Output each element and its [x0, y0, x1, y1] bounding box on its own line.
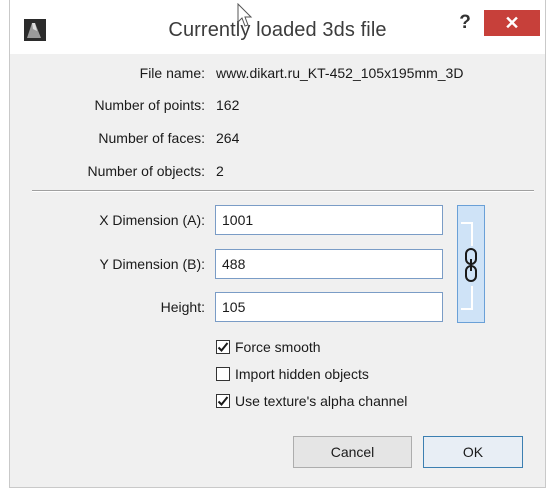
height-label: Height: [160, 299, 205, 315]
points-value: 162 [216, 97, 240, 113]
bracket-bottom [461, 286, 473, 310]
mouse-cursor-icon [237, 2, 255, 32]
points-label: Number of points: [94, 97, 206, 113]
height-input[interactable]: 105 [215, 292, 443, 322]
alpha-channel-label: Use texture's alpha channel [235, 393, 408, 409]
close-icon: ✕ [504, 13, 520, 33]
link-dimensions-button[interactable] [457, 205, 485, 323]
import-hidden-checkbox[interactable]: Import hidden objects [216, 366, 369, 384]
objects-label: Number of objects: [87, 163, 206, 179]
force-smooth-label: Force smooth [235, 339, 321, 355]
checkbox-box[interactable] [216, 394, 230, 409]
close-button[interactable]: ✕ [484, 10, 540, 36]
file-name-label: File name: [139, 65, 205, 81]
cancel-button[interactable]: Cancel [293, 436, 412, 468]
dialog-window: Currently loaded 3ds file ? ✕ File name:… [9, 0, 546, 488]
y-dimension-label: Y Dimension (B): [99, 256, 205, 272]
help-button[interactable]: ? [450, 10, 480, 36]
bracket-top [461, 222, 473, 246]
x-dimension-label: X Dimension (A): [99, 212, 205, 228]
title-bar[interactable]: Currently loaded 3ds file ? ✕ [10, 0, 545, 54]
alpha-channel-checkbox[interactable]: Use texture's alpha channel [216, 393, 407, 411]
force-smooth-checkbox[interactable]: Force smooth [216, 339, 321, 357]
separator-highlight [32, 191, 534, 192]
objects-value: 2 [216, 163, 224, 179]
y-dimension-input[interactable]: 488 [215, 249, 443, 279]
faces-label: Number of faces: [98, 130, 205, 146]
checkbox-box[interactable] [216, 340, 230, 355]
chain-link-icon [464, 248, 478, 282]
import-hidden-label: Import hidden objects [235, 366, 369, 382]
ok-button[interactable]: OK [423, 436, 523, 468]
x-dimension-input[interactable]: 1001 [215, 205, 443, 235]
faces-value: 264 [216, 130, 240, 146]
checkbox-box[interactable] [216, 367, 230, 382]
file-name-value: www.dikart.ru_KT-452_105x195mm_3D [216, 65, 464, 81]
